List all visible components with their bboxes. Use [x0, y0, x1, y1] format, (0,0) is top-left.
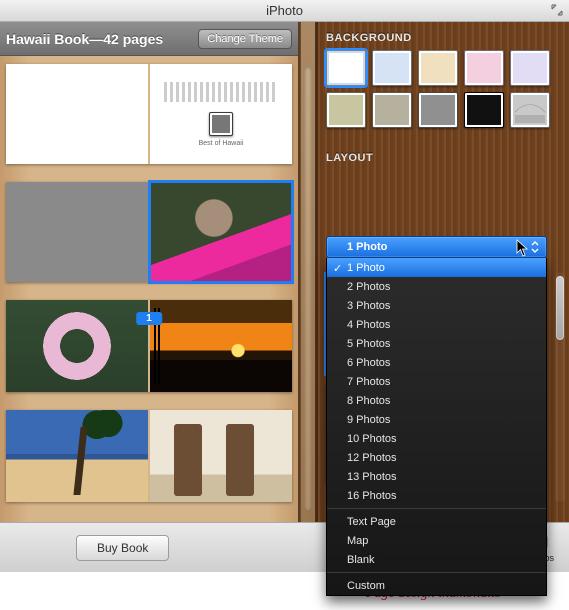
layout-dropdown-list: 1 Photo 2 Photos 3 Photos 4 Photos 5 Pho…: [326, 258, 547, 596]
layout-dropdown[interactable]: 1 Photo 1 Photo 2 Photos 3 Photos 4 Phot…: [326, 236, 547, 596]
page-2[interactable]: [6, 300, 148, 392]
pages-pane: Hawaii Book—42 pages Change Theme Best o…: [0, 22, 300, 522]
swatch-pink[interactable]: [464, 50, 504, 86]
book-title: Hawaii Book—42 pages: [6, 31, 163, 47]
dd-separator: [327, 572, 546, 573]
dd-item-custom[interactable]: Custom: [327, 576, 546, 595]
page-4[interactable]: [6, 410, 148, 502]
dd-item[interactable]: 1 Photo: [327, 258, 546, 277]
dd-item[interactable]: 8 Photos: [327, 391, 546, 410]
swatch-lavender[interactable]: [510, 50, 550, 86]
swatch-bridge-pattern[interactable]: [510, 92, 550, 128]
background-swatches-row1: [316, 50, 569, 92]
chevron-updown-icon: [530, 240, 540, 257]
swatch-grey[interactable]: [418, 92, 458, 128]
dd-item[interactable]: 6 Photos: [327, 353, 546, 372]
dd-item[interactable]: 3 Photos: [327, 296, 546, 315]
dd-item[interactable]: 16 Photos: [327, 486, 546, 505]
dd-item[interactable]: 13 Photos: [327, 467, 546, 486]
dd-item[interactable]: 4 Photos: [327, 315, 546, 334]
page-cover-front[interactable]: Best of Hawaii: [150, 64, 292, 164]
cursor-icon: [516, 239, 530, 260]
expand-icon[interactable]: [551, 4, 563, 16]
dd-item[interactable]: 9 Photos: [327, 410, 546, 429]
layout-dropdown-header[interactable]: 1 Photo: [326, 236, 547, 258]
page-number-badge: 1: [136, 312, 162, 325]
dd-item[interactable]: 7 Photos: [327, 372, 546, 391]
background-label: BACKGROUND: [316, 22, 569, 50]
background-swatches-row2: [316, 92, 569, 134]
swatch-taupe[interactable]: [372, 92, 412, 128]
titlebar: iPhoto: [0, 0, 569, 22]
spread-cover[interactable]: Best of Hawaii: [6, 64, 292, 164]
app-title: iPhoto: [266, 3, 303, 18]
design-panel: BACKGROUND LAYOUT: [316, 22, 569, 522]
swatch-cream[interactable]: [418, 50, 458, 86]
swatch-white[interactable]: [326, 50, 366, 86]
dd-item[interactable]: Text Page: [327, 512, 546, 531]
page-1[interactable]: [150, 182, 292, 282]
pages-scroll[interactable]: Best of Hawaii 1: [0, 56, 298, 522]
layout-scrollbar[interactable]: [555, 272, 565, 502]
swatch-olive[interactable]: [326, 92, 366, 128]
change-theme-button[interactable]: Change Theme: [198, 29, 292, 49]
window: iPhoto Hawaii Book—42 pages Change Theme…: [0, 0, 569, 608]
swatch-lightblue[interactable]: [372, 50, 412, 86]
cover-caption: Best of Hawaii: [199, 140, 244, 147]
dd-item[interactable]: 12 Photos: [327, 448, 546, 467]
pane-divider[interactable]: [300, 22, 316, 522]
spread-1[interactable]: [6, 182, 292, 282]
dd-item[interactable]: 10 Photos: [327, 429, 546, 448]
buy-book-button[interactable]: Buy Book: [76, 535, 169, 561]
dd-item[interactable]: 2 Photos: [327, 277, 546, 296]
content: Hawaii Book—42 pages Change Theme Best o…: [0, 22, 569, 522]
dd-item[interactable]: Map: [327, 531, 546, 550]
layout-label: LAYOUT: [316, 134, 569, 170]
dd-item[interactable]: Blank: [327, 550, 546, 569]
swatch-black[interactable]: [464, 92, 504, 128]
layout-dropdown-selected: 1 Photo: [347, 241, 387, 253]
left-header: Hawaii Book—42 pages Change Theme: [0, 22, 298, 56]
scroll-knob[interactable]: [556, 276, 564, 340]
dd-item[interactable]: 5 Photos: [327, 334, 546, 353]
page-cover-back[interactable]: [6, 64, 148, 164]
spread-3[interactable]: [6, 410, 292, 502]
dd-separator: [327, 508, 546, 509]
page-5[interactable]: [150, 410, 292, 502]
page-3[interactable]: [150, 300, 292, 392]
page-0[interactable]: [6, 182, 148, 282]
